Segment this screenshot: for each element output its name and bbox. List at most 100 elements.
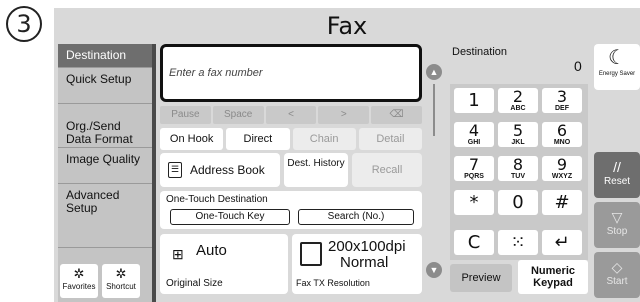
left-nav: Destination Quick Setup Org./Send Data F… [58, 44, 152, 302]
moon-icon: ☾ [608, 47, 626, 69]
shortcut-button[interactable]: ✲ Shortcut [102, 264, 140, 298]
key-digit: * [469, 192, 479, 213]
key-letters: TUV [511, 173, 525, 180]
key-star[interactable]: * [454, 190, 494, 215]
key-digit: 4 [468, 121, 480, 140]
detail-button[interactable]: Detail [358, 128, 422, 150]
key-0[interactable]: 0 [498, 190, 538, 215]
fax-number-input[interactable]: Enter a fax number [160, 44, 422, 102]
cursor-left-key[interactable]: < [265, 106, 317, 124]
step-number: 3 [6, 6, 42, 42]
nav-advanced-setup[interactable]: Advanced Setup [58, 184, 152, 248]
cursor-right-key[interactable]: > [318, 106, 370, 124]
backspace-key[interactable]: ⌫ [371, 106, 422, 124]
one-touch-heading: One-Touch Destination [166, 194, 268, 205]
clear-icon: C [467, 232, 481, 253]
reset-icon: // [613, 159, 621, 175]
chevron-down-icon[interactable]: ▼ [426, 262, 442, 278]
on-hook-button[interactable]: On Hook [160, 128, 224, 150]
chain-button[interactable]: Chain [292, 128, 356, 150]
shortcut-icon: ✲ [115, 266, 127, 281]
recall-button[interactable]: Recall [352, 153, 422, 187]
one-touch-key-button[interactable]: One-Touch Key [170, 209, 290, 225]
stop-button[interactable]: ▽ Stop [594, 202, 640, 248]
scrollbar[interactable] [433, 84, 435, 136]
key-8[interactable]: 8 TUV [498, 156, 538, 181]
mode-keys: On Hook Direct Chain Detail [160, 128, 422, 150]
favorites-label: Favorites [62, 282, 96, 291]
key-letters: MNO [553, 139, 571, 146]
space-key[interactable]: Space [212, 106, 264, 124]
numeric-keypad: 1 2 ABC 3 DEF 4 GHI 5 JKL 6 MNO 7 PQRS 8 TUV 9W… [450, 84, 588, 260]
key-digit: 1 [468, 90, 480, 111]
edit-keys: Pause Space < > ⌫ [160, 106, 422, 124]
key-letters: JKL [511, 139, 525, 146]
start-label: Start [606, 276, 628, 287]
start-button[interactable]: ◇ Start [594, 252, 640, 298]
energy-saver-label: Energy Saver [598, 71, 636, 77]
key-digit: 5 [512, 121, 524, 140]
stop-label: Stop [606, 226, 628, 237]
key-digit: 7 [468, 155, 480, 174]
energy-saver-button[interactable]: ☾ Energy Saver [594, 44, 640, 90]
keypad-grid-icon: ⁙ [510, 232, 526, 253]
key-digit: 8 [512, 155, 524, 174]
dest-history-button[interactable]: Dest. History [284, 153, 348, 187]
fax-resolution-button[interactable]: 200x100dpi Normal Fax TX Resolution [292, 234, 422, 294]
clear-key[interactable]: C [454, 230, 494, 255]
shortcut-label: Shortcut [106, 282, 136, 291]
key-letters: GHI [467, 139, 481, 146]
resolution-value-2: Normal [340, 254, 389, 271]
nav-divider [152, 44, 156, 302]
keypad-toggle-key[interactable]: ⁙ [498, 230, 538, 255]
original-size-value: Auto [196, 242, 227, 259]
key-digit: # [554, 192, 570, 213]
numeric-label-line-1: Numeric [530, 265, 576, 277]
chevron-up-icon[interactable]: ▲ [426, 64, 442, 80]
original-size-button[interactable]: ⊞ Auto Original Size [160, 234, 288, 294]
key-hash[interactable]: # [542, 190, 582, 215]
key-4[interactable]: 4 GHI [454, 122, 494, 147]
address-book-icon: ☰ [168, 162, 182, 178]
resolution-value-1: 200x100dpi [328, 238, 406, 255]
key-letters: ABC [510, 105, 526, 112]
key-1[interactable]: 1 [454, 88, 494, 113]
fax-screen: Fax Destination Quick Setup Org./Send Da… [54, 8, 640, 302]
nav-quick-setup[interactable]: Quick Setup [58, 68, 152, 104]
search-no-button[interactable]: Search (No.) [298, 209, 414, 225]
reset-button[interactable]: // Reset [594, 152, 640, 198]
one-touch-panel: One-Touch Destination One-Touch Key Sear… [160, 191, 422, 229]
destination-label: Destination [452, 46, 508, 58]
key-digit: 3 [556, 87, 568, 106]
resolution-label: Fax TX Resolution [296, 278, 370, 288]
key-5[interactable]: 5 JKL [498, 122, 538, 147]
destination-count: 0 [574, 58, 582, 74]
pause-key[interactable]: Pause [160, 106, 211, 124]
nav-destination[interactable]: Destination [58, 44, 152, 68]
address-book-button[interactable]: ☰ Address Book [160, 153, 280, 187]
key-9[interactable]: 9 WXYZ [542, 156, 582, 181]
nav-org-send-data-format[interactable]: Org./Send Data Format [58, 104, 152, 148]
favorites-button[interactable]: ✲ Favorites [60, 264, 98, 298]
key-6[interactable]: 6 MNO [542, 122, 582, 147]
start-icon: ◇ [611, 259, 623, 275]
direct-button[interactable]: Direct [226, 128, 290, 150]
key-3[interactable]: 3 DEF [542, 88, 582, 113]
screen-title: Fax [326, 12, 368, 40]
key-letters: WXYZ [551, 173, 573, 180]
favorites-icon: ✲ [73, 266, 85, 281]
key-digit: 2 [512, 87, 524, 106]
enter-icon: ↵ [554, 232, 570, 253]
key-digit: 6 [556, 121, 568, 140]
preview-button[interactable]: Preview [450, 264, 512, 292]
address-book-label: Address Book [190, 163, 265, 177]
page-size-icon: ⊞ [172, 246, 184, 262]
key-digit: 0 [512, 192, 524, 213]
numeric-keypad-button[interactable]: Numeric Keypad [518, 260, 588, 294]
key-7[interactable]: 7 PQRS [454, 156, 494, 181]
nav-image-quality[interactable]: Image Quality [58, 148, 152, 184]
key-digit: 9 [556, 155, 568, 174]
key-2[interactable]: 2 ABC [498, 88, 538, 113]
key-letters: PQRS [464, 173, 484, 180]
enter-key[interactable]: ↵ [542, 230, 582, 255]
